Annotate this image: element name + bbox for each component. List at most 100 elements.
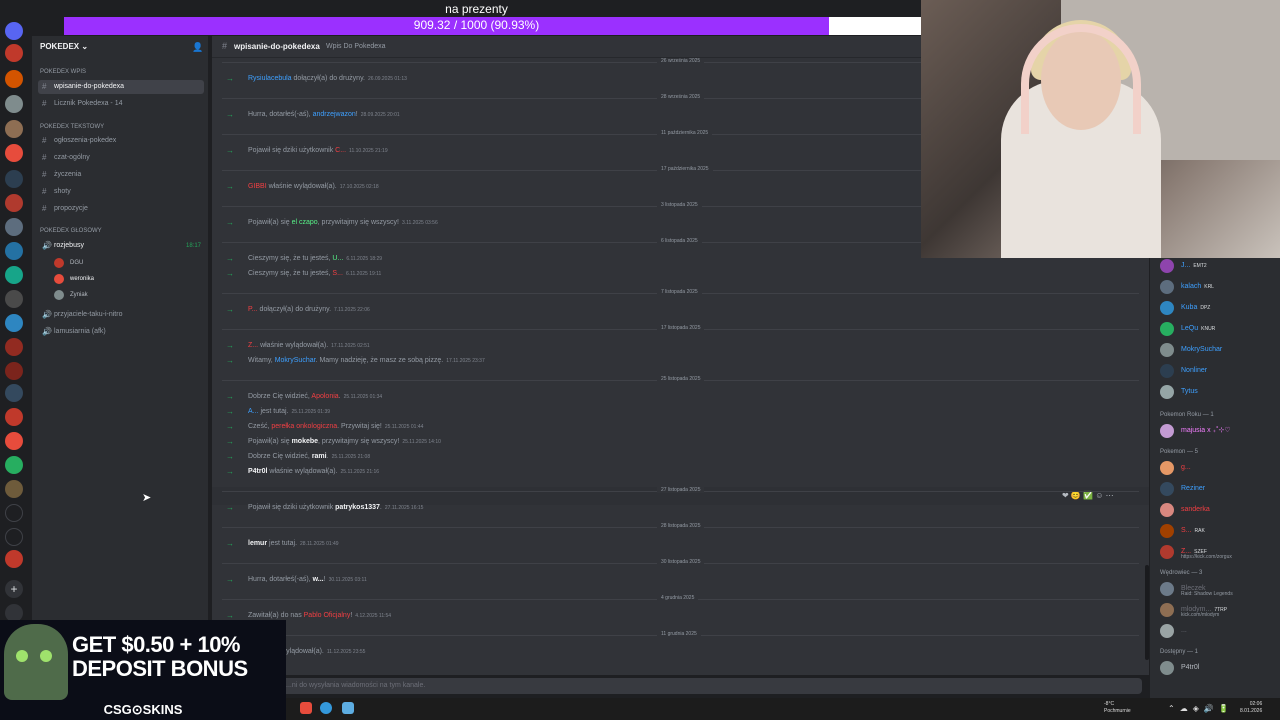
username-link[interactable]: MokrySuchar: [275, 357, 316, 364]
system-message[interactable]: → Pojawił(a) się mokebe, przywitajmy się …: [226, 437, 1126, 447]
server-icon[interactable]: [5, 290, 23, 308]
system-message[interactable]: → Hurra, dotarłeś(-aś), w...! 30.11.2025 0…: [226, 575, 1126, 585]
weather-widget[interactable]: -8°C Pochmurnie: [1104, 701, 1131, 715]
server-icon[interactable]: [5, 194, 23, 212]
voice-user[interactable]: DGU: [54, 257, 83, 269]
notepad-icon[interactable]: [342, 702, 354, 714]
username-link[interactable]: patrykos1337: [335, 504, 380, 511]
server-icon[interactable]: [5, 120, 23, 138]
username-link[interactable]: GIBBI: [248, 183, 267, 190]
server-icon[interactable]: [5, 314, 23, 332]
channel-wpisanie-do-pokedexa[interactable]: # wpisanie-do-pokedexa: [38, 80, 204, 94]
voice-channel-rozjebusy[interactable]: 🔊 rozjebusy: [38, 239, 204, 253]
server-icon[interactable]: [5, 144, 23, 162]
member-item[interactable]: mlodym... 7TRP kick.com/mlodym: [1158, 602, 1278, 618]
member-item[interactable]: Tytus: [1158, 384, 1278, 400]
member-item[interactable]: Nonliner: [1158, 363, 1278, 379]
scrollbar[interactable]: [1145, 565, 1149, 660]
system-message[interactable]: → P... dołączył(a) do drużyny. 7.11.2025 2…: [226, 305, 1126, 315]
member-item[interactable]: LeQu KNUR: [1158, 321, 1278, 337]
system-message[interactable]: → Cześć, perełka onkologiczna. Przywitaj …: [226, 422, 1126, 432]
channel-czat-ogolny[interactable]: # czat-ogólny: [38, 151, 204, 165]
system-message[interactable]: → Cieszymy się, że tu jesteś, S... 6.11.20…: [226, 269, 1126, 279]
member-item[interactable]: majusia x ₊˚⊹♡: [1158, 423, 1278, 439]
server-icon[interactable]: [5, 550, 23, 568]
server-icon[interactable]: [5, 408, 23, 426]
username-link[interactable]: mokebe: [292, 438, 318, 445]
username-link[interactable]: C...: [335, 147, 346, 154]
server-icon[interactable]: [5, 384, 23, 402]
username-link[interactable]: lemur: [248, 540, 267, 547]
system-message[interactable]: → Z... właśnie wylądował(a). 17.11.2025 02…: [226, 341, 1126, 351]
server-icon[interactable]: [5, 266, 23, 284]
channel-ogloszenia[interactable]: # ogłoszenia-pokedex: [38, 134, 204, 148]
channel-propozycje[interactable]: # propozycje: [38, 202, 204, 216]
system-message[interactable]: → Dobrze Cię widzieć, Apolonia. 25.11.2025…: [226, 392, 1126, 402]
ad-banner[interactable]: GET $0.50 + 10% DEPOSIT BONUS CSG⊙SKINS: [0, 620, 286, 720]
voice-channel-lamusiarnia[interactable]: 🔊 lamusiarnia (afk): [38, 325, 204, 339]
username-link[interactable]: A...: [248, 408, 259, 415]
server-icon[interactable]: [5, 95, 23, 113]
voice-user[interactable]: Zyniak: [54, 289, 88, 301]
server-icon[interactable]: [5, 338, 23, 356]
system-message[interactable]: → Pojawił się dziki użytkownik patrykos13…: [226, 503, 1126, 513]
system-message[interactable]: → Witamy, MokrySuchar. Mamy nadzieję, że …: [226, 356, 1126, 366]
add-server-icon[interactable]: +: [5, 580, 23, 598]
category-pokedex-wpis[interactable]: POKEDEX Wpis: [40, 69, 86, 75]
system-message[interactable]: → P4tr0l właśnie wylądował(a). 25.11.2025 …: [226, 467, 1126, 477]
system-message[interactable]: → A... jest tutaj. 25.11.2025 01:39: [226, 407, 1126, 417]
member-item[interactable]: sanderka: [1158, 502, 1278, 518]
edge-icon[interactable]: [320, 702, 332, 714]
member-item[interactable]: Z... SZEF https://kick.com/zorgux: [1158, 544, 1278, 560]
username-link[interactable]: andrzejwazon: [313, 111, 356, 118]
brave-icon[interactable]: [300, 702, 312, 714]
server-icon[interactable]: [5, 242, 23, 260]
member-item[interactable]: J... EMT2: [1158, 258, 1278, 274]
server-name[interactable]: POKEDEX ⌄: [40, 42, 88, 51]
member-item[interactable]: kalach KRL: [1158, 279, 1278, 295]
voice-user[interactable]: weronika: [54, 273, 94, 285]
server-icon[interactable]: [5, 432, 23, 450]
username-link[interactable]: Pablo Oficjalny: [304, 612, 351, 619]
server-icon[interactable]: [5, 44, 23, 62]
member-item[interactable]: S... RAK: [1158, 523, 1278, 539]
server-icon[interactable]: [5, 362, 23, 380]
username-link[interactable]: perełka onkologiczna: [271, 423, 337, 430]
system-message[interactable]: → Dobrze Cię widzieć, rami. 25.11.2025 21:…: [226, 452, 1126, 462]
discord-home-icon[interactable]: [5, 22, 23, 40]
add-user-icon[interactable]: 👤: [192, 42, 203, 53]
category-pokedex-tekstowy[interactable]: POKEDEX Tekstowy: [40, 124, 104, 130]
category-pokedex-glosowy[interactable]: POKEDEX GŁOSOWY: [40, 228, 102, 234]
member-item[interactable]: Kuba DPZ: [1158, 300, 1278, 316]
voice-channel-przyjaciele[interactable]: 🔊 przyjaciele-taku-i-nitro: [38, 308, 204, 322]
username-link[interactable]: S...: [332, 270, 343, 277]
username-link[interactable]: w...: [313, 576, 324, 583]
server-icon[interactable]: [5, 218, 23, 236]
server-icon[interactable]: [5, 70, 23, 88]
server-icon[interactable]: [5, 528, 23, 546]
username-link[interactable]: P4tr0l: [248, 468, 267, 475]
username-link[interactable]: Z...: [248, 342, 258, 349]
message-input[interactable]: ...ni do wysyłania wiadomości na tym kan…: [226, 678, 1142, 694]
system-message[interactable]: → Zawitał(a) do nas Pablo Oficjalny! 4.12.…: [226, 611, 1126, 621]
system-message[interactable]: → lemur jest tutaj. 28.11.2025 01:49: [226, 539, 1126, 549]
username-link[interactable]: P...: [248, 306, 258, 313]
member-item[interactable]: ...: [1158, 623, 1278, 639]
channel-shoty[interactable]: # shoty: [38, 185, 204, 199]
member-item[interactable]: Reziner: [1158, 481, 1278, 497]
channel-licznik[interactable]: # Licznik Pokedexa - 14: [38, 97, 204, 111]
username-link[interactable]: U...: [332, 255, 343, 262]
server-icon[interactable]: [5, 504, 23, 522]
member-item[interactable]: P4tr0l: [1158, 660, 1278, 676]
server-icon[interactable]: [5, 456, 23, 474]
channel-zyczenia[interactable]: # życzenia: [38, 168, 204, 182]
username-link[interactable]: Apolonia: [311, 393, 338, 400]
member-item[interactable]: Bleczek Raid: Shadow Legends: [1158, 581, 1278, 597]
clock[interactable]: 02:06 8.01.2026: [1240, 701, 1262, 715]
server-icon[interactable]: [5, 480, 23, 498]
system-tray[interactable]: ⌃☁◈🔊🔋: [1168, 704, 1234, 713]
member-item[interactable]: g...: [1158, 460, 1278, 476]
username-link[interactable]: rami: [312, 453, 327, 460]
system-message[interactable]: →... właśnie wylądował(a).11.12.2025 23:…: [226, 647, 1126, 657]
member-item[interactable]: MokrySuchar: [1158, 342, 1278, 358]
